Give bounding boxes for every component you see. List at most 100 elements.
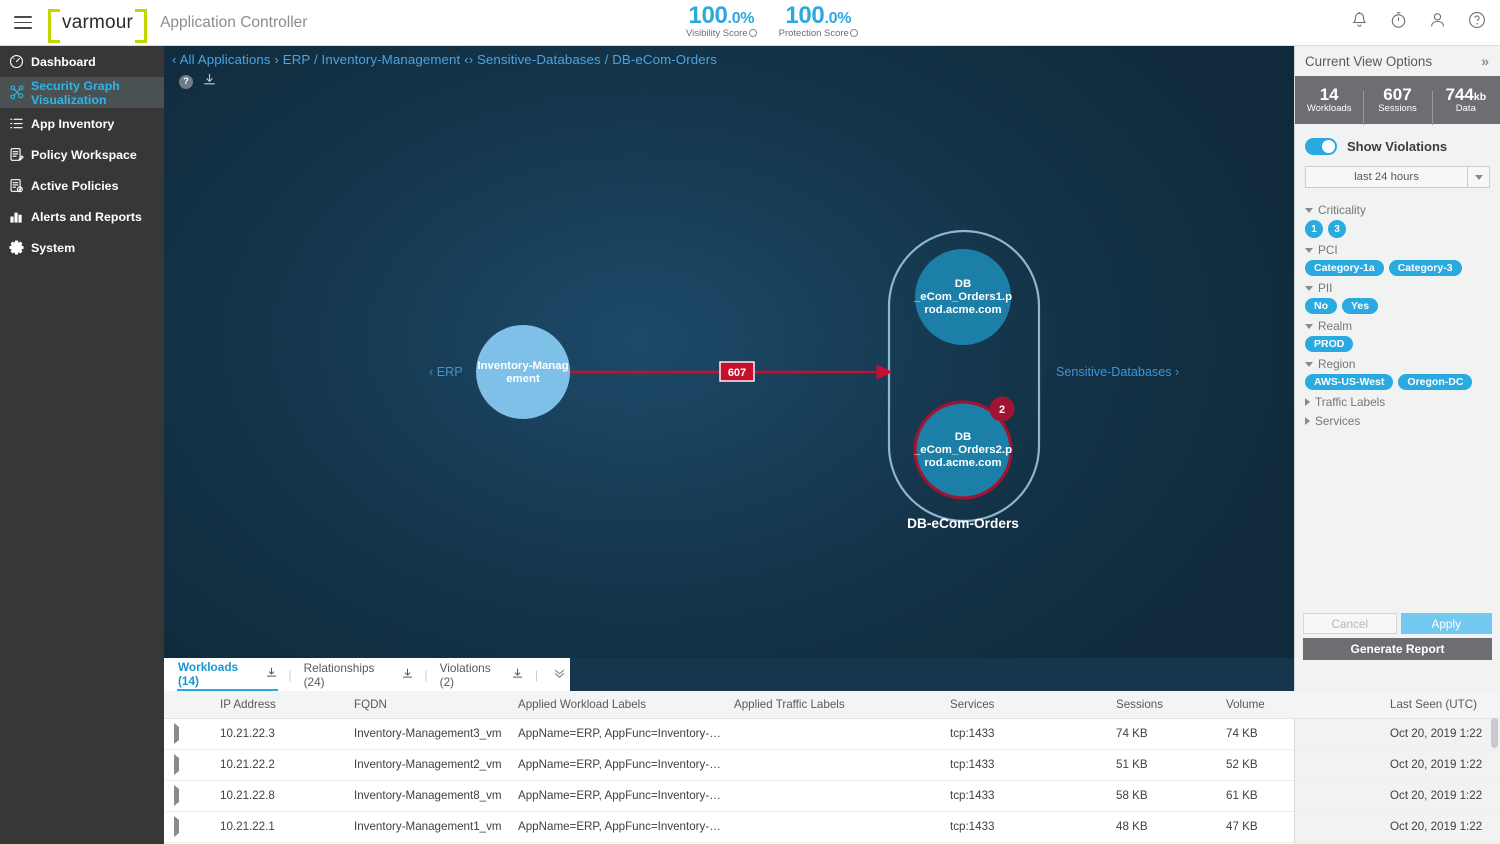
table-vertical-scrollbar[interactable] (1491, 718, 1498, 838)
info-circle-icon[interactable] (749, 29, 757, 37)
show-violations-toggle[interactable] (1305, 138, 1337, 155)
collapse-panel-icon[interactable]: » (1481, 53, 1489, 69)
node2-label-line1: DB (955, 431, 971, 443)
link-erp[interactable]: ‹ ERP (429, 365, 463, 379)
col-applied-traffic-labels[interactable]: Applied Traffic Labels (724, 691, 940, 718)
cell-volume: 61 KB (1216, 780, 1380, 811)
col-applied-workload-labels[interactable]: Applied Workload Labels (508, 691, 724, 718)
node-inventory-management[interactable] (476, 325, 570, 419)
facet-services-header[interactable]: Services (1305, 414, 1490, 428)
facet-region-header[interactable]: Region (1305, 357, 1490, 371)
col-fqdn[interactable]: FQDN (344, 691, 508, 718)
graph-svg[interactable]: 607 Inventory-Manag ement ‹ ERP Sensitiv… (164, 46, 1294, 658)
expand-row-icon[interactable] (174, 816, 179, 837)
bell-icon[interactable] (1351, 11, 1368, 29)
cancel-button[interactable]: Cancel (1303, 613, 1397, 634)
scrollbar-thumb[interactable] (1491, 718, 1498, 748)
node1-label-line1: DB (955, 278, 971, 290)
col-sessions[interactable]: Sessions (1106, 691, 1216, 718)
workloads-table-wrapper[interactable]: IP Address FQDN Applied Workload Labels … (164, 691, 1500, 844)
sidebar-item-dashboard[interactable]: Dashboard (0, 46, 164, 77)
sidebar-item-active-policies[interactable]: Active Policies (0, 170, 164, 201)
sidebar-item-label: Security Graph Visualization (31, 79, 164, 107)
cell-fqdn: Inventory-Management1_vm (344, 811, 508, 842)
help-circle-icon[interactable] (1468, 11, 1486, 29)
chip-region-aws-us-west[interactable]: AWS-US-West (1305, 374, 1393, 390)
cell-applied-traffic-labels (724, 718, 940, 749)
cell-ip-address: 10.21.22.8 (210, 780, 344, 811)
cell-volume: 74 KB (1216, 718, 1380, 749)
chip-criticality-3[interactable]: 3 (1328, 220, 1346, 238)
cell-ip-address: 10.21.22.3 (210, 718, 344, 749)
facet-criticality-header[interactable]: Criticality (1305, 203, 1490, 217)
chip-pii-no[interactable]: No (1305, 298, 1337, 314)
cell-sessions: 51 KB (1106, 749, 1216, 780)
col-volume[interactable]: Volume (1216, 691, 1380, 718)
table-header-row: IP Address FQDN Applied Workload Labels … (164, 691, 1500, 718)
expand-row-icon[interactable] (174, 723, 179, 744)
chip-pci-category-3[interactable]: Category-3 (1389, 260, 1462, 276)
facet-pii-chips: No Yes (1305, 298, 1490, 314)
cell-volume: 52 KB (1216, 749, 1380, 780)
facet-traffic-labels-header[interactable]: Traffic Labels (1305, 395, 1490, 409)
security-graph-canvas[interactable]: ‹ All Applications › ERP / Inventory-Man… (164, 46, 1294, 658)
tab-relationships[interactable]: Relationships (24) (303, 658, 414, 691)
info-circle-icon[interactable] (850, 29, 858, 37)
chip-criticality-1[interactable]: 1 (1305, 220, 1323, 238)
brand-logo[interactable]: varmour Application Controller (48, 9, 307, 37)
row-expander-cell[interactable] (164, 749, 210, 780)
facet-realm-chips: PROD (1305, 336, 1490, 352)
expand-row-icon[interactable] (174, 785, 179, 806)
download-icon[interactable] (266, 667, 277, 681)
tab-violations[interactable]: Violations (2) (439, 658, 524, 691)
generate-report-button[interactable]: Generate Report (1303, 638, 1492, 660)
table-row[interactable]: 10.21.22.2 Inventory-Management2_vm AppN… (164, 749, 1500, 780)
chevrons-down-icon[interactable] (549, 668, 570, 682)
triangle-down-icon (1305, 248, 1313, 253)
user-icon[interactable] (1429, 11, 1446, 29)
col-services[interactable]: Services (940, 691, 1106, 718)
application-root: varmour Application Controller 100.0% Vi… (0, 0, 1500, 844)
chip-realm-prod[interactable]: PROD (1305, 336, 1353, 352)
timer-icon[interactable] (1390, 11, 1407, 29)
node2-label-line2: _eCom_Orders2.p (913, 444, 1012, 456)
tab-workloads-label: Workloads (14) (178, 660, 260, 688)
time-range-select[interactable]: last 24 hours (1305, 166, 1490, 188)
hamburger-icon[interactable] (14, 16, 32, 29)
left-sidebar: Dashboard Security Graph Visualization A… (0, 46, 164, 844)
row-expander-cell[interactable] (164, 718, 210, 749)
link-sensitive-databases[interactable]: Sensitive-Databases › (1056, 365, 1179, 379)
sidebar-item-policy-workspace[interactable]: Policy Workspace (0, 139, 164, 170)
download-icon[interactable] (402, 668, 413, 682)
expand-row-icon[interactable] (174, 754, 179, 775)
table-row[interactable]: 10.21.22.3 Inventory-Management3_vm AppN… (164, 718, 1500, 749)
group-label-db-ecom-orders: DB-eCom-Orders (907, 516, 1019, 531)
sidebar-item-system[interactable]: System (0, 232, 164, 263)
detail-tabs: Workloads (14) | Relationships (24) | Vi… (164, 658, 570, 691)
apply-button[interactable]: Apply (1401, 613, 1493, 634)
sidebar-item-alerts-and-reports[interactable]: Alerts and Reports (0, 201, 164, 232)
bar-chart-icon (9, 209, 31, 224)
chip-region-oregon-dc[interactable]: Oregon-DC (1398, 374, 1472, 390)
sidebar-item-security-graph-visualization[interactable]: Security Graph Visualization (0, 77, 164, 108)
col-last-seen[interactable]: Last Seen (UTC) (1380, 691, 1500, 718)
cell-last-seen: Oct 20, 2019 1:22 (1380, 749, 1500, 780)
chevron-down-icon[interactable] (1467, 167, 1489, 187)
row-expander-cell[interactable] (164, 780, 210, 811)
facet-realm-header[interactable]: Realm (1305, 319, 1490, 333)
col-ip-address[interactable]: IP Address (210, 691, 344, 718)
node1-label-line2: _eCom_Orders1.p (913, 291, 1012, 303)
facet-pii-header[interactable]: PII (1305, 281, 1490, 295)
protection-score-value: 100 (785, 2, 824, 29)
tab-workloads[interactable]: Workloads (14) (177, 658, 278, 691)
sidebar-item-app-inventory[interactable]: App Inventory (0, 108, 164, 139)
facet-pci-header[interactable]: PCI (1305, 243, 1490, 257)
chip-pii-yes[interactable]: Yes (1342, 298, 1378, 314)
table-row[interactable]: 10.21.22.1 Inventory-Management1_vm AppN… (164, 811, 1500, 842)
download-icon[interactable] (512, 668, 523, 682)
show-violations-row: Show Violations (1295, 124, 1500, 155)
row-expander-cell[interactable] (164, 811, 210, 842)
chip-pci-category-1a[interactable]: Category-1a (1305, 260, 1384, 276)
table-row[interactable]: 10.21.22.8 Inventory-Management8_vm AppN… (164, 780, 1500, 811)
facet-realm-label: Realm (1318, 319, 1352, 333)
